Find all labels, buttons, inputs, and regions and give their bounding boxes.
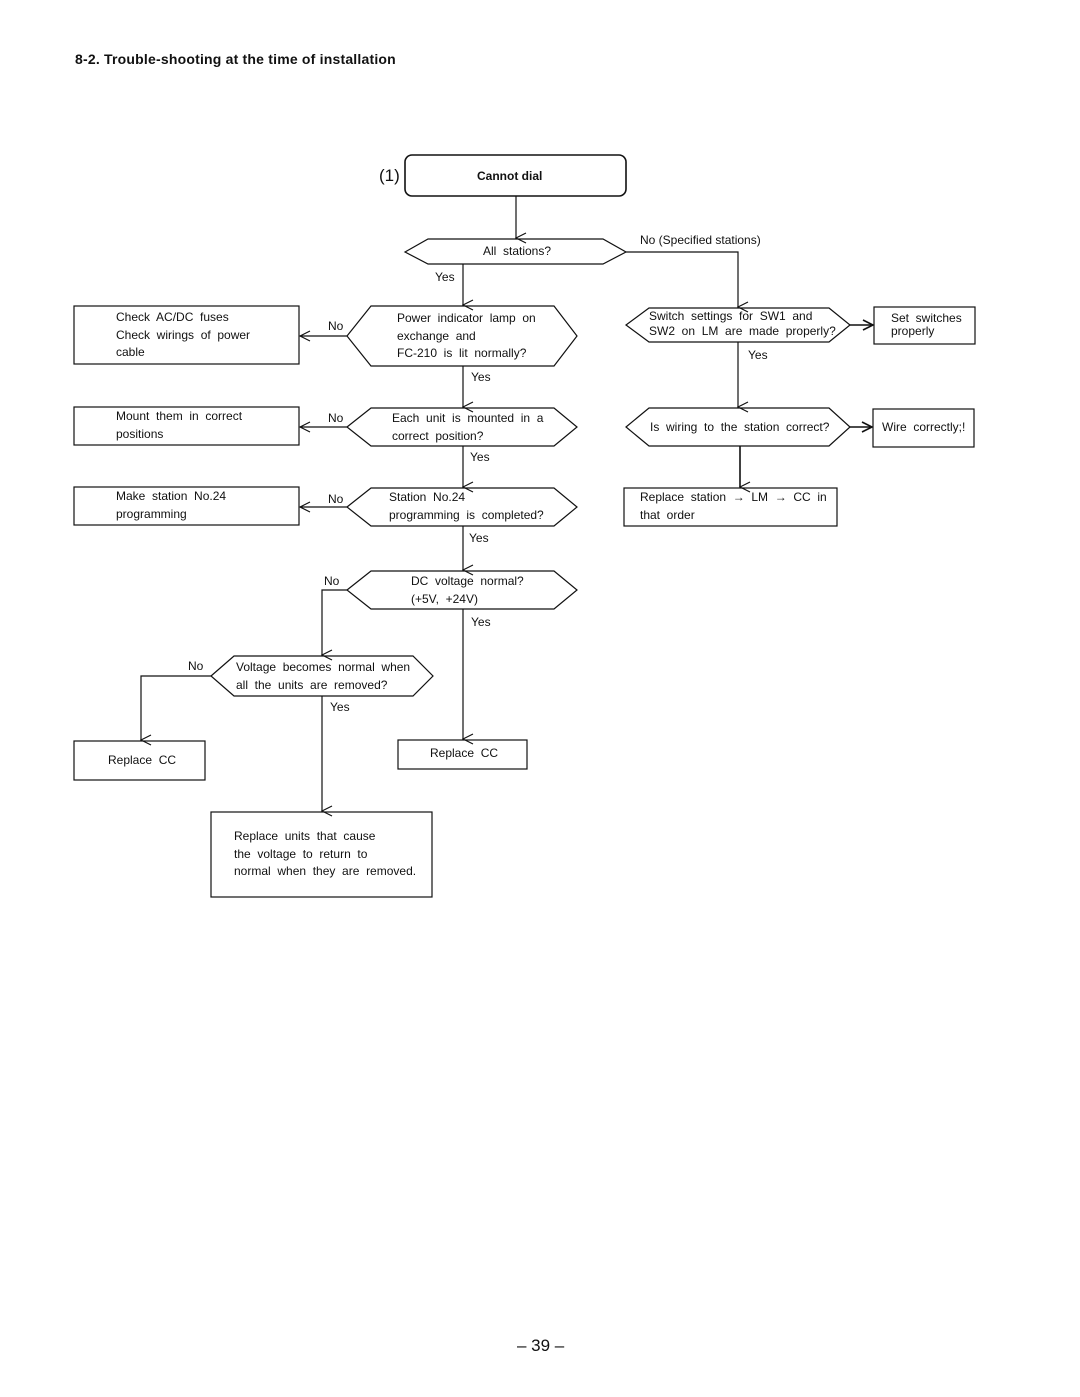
start-marker: (1) xyxy=(379,166,400,185)
decision-all-stations-text: All stations? xyxy=(483,244,552,258)
label-no: No xyxy=(324,574,340,588)
label-yes: Yes xyxy=(435,270,455,284)
action-make-station24-text: Make station No.24 programming xyxy=(116,489,227,521)
flowchart-lines xyxy=(73,154,976,898)
label-yes: Yes xyxy=(470,450,490,464)
page-number: – 39 – xyxy=(517,1336,565,1355)
label-no: No xyxy=(328,319,344,333)
decision-dc-voltage-text: DC voltage normal? (+5V, +24V) xyxy=(411,574,524,606)
decision-switch-settings-text: Switch settings for SW1 and SW2 on LM ar… xyxy=(649,309,836,338)
decision-voltage-removed-text: Voltage becomes normal when all the unit… xyxy=(236,660,411,692)
decision-station24-text: Station No.24 programming is completed? xyxy=(389,490,544,522)
decision-power-lamp-text: Power indicator lamp on exchange and FC-… xyxy=(397,311,536,360)
decision-wiring-text: Is wiring to the station correct? xyxy=(650,420,830,434)
action-replace-cc-left-text: Replace CC xyxy=(108,753,177,767)
action-replace-cc-center-text: Replace CC xyxy=(430,746,499,760)
start-label: Cannot dial xyxy=(477,169,543,183)
label-yes: Yes xyxy=(471,370,491,384)
action-wire-correctly-text: Wire correctly;! xyxy=(882,420,966,434)
action-replace-units-text: Replace units that cause the voltage to … xyxy=(234,829,417,878)
label-no: No xyxy=(328,411,344,425)
label-no-specified: No (Specified stations) xyxy=(640,233,761,247)
action-set-switches-text: Set switches properly xyxy=(891,311,962,338)
label-yes: Yes xyxy=(748,348,768,362)
label-yes: Yes xyxy=(330,700,350,714)
label-no: No xyxy=(328,492,344,506)
action-replace-station-text: Replace station → LM → CC in that order xyxy=(640,490,827,522)
action-check-fuses-text: Check AC/DC fuses Check wirings of power… xyxy=(116,310,251,359)
label-yes: Yes xyxy=(469,531,489,545)
label-yes: Yes xyxy=(471,615,491,629)
label-no: No xyxy=(188,659,204,673)
decision-unit-mounted-text: Each unit is mounted in a correct positi… xyxy=(392,411,544,443)
action-mount-text: Mount them in correct positions xyxy=(116,409,243,441)
